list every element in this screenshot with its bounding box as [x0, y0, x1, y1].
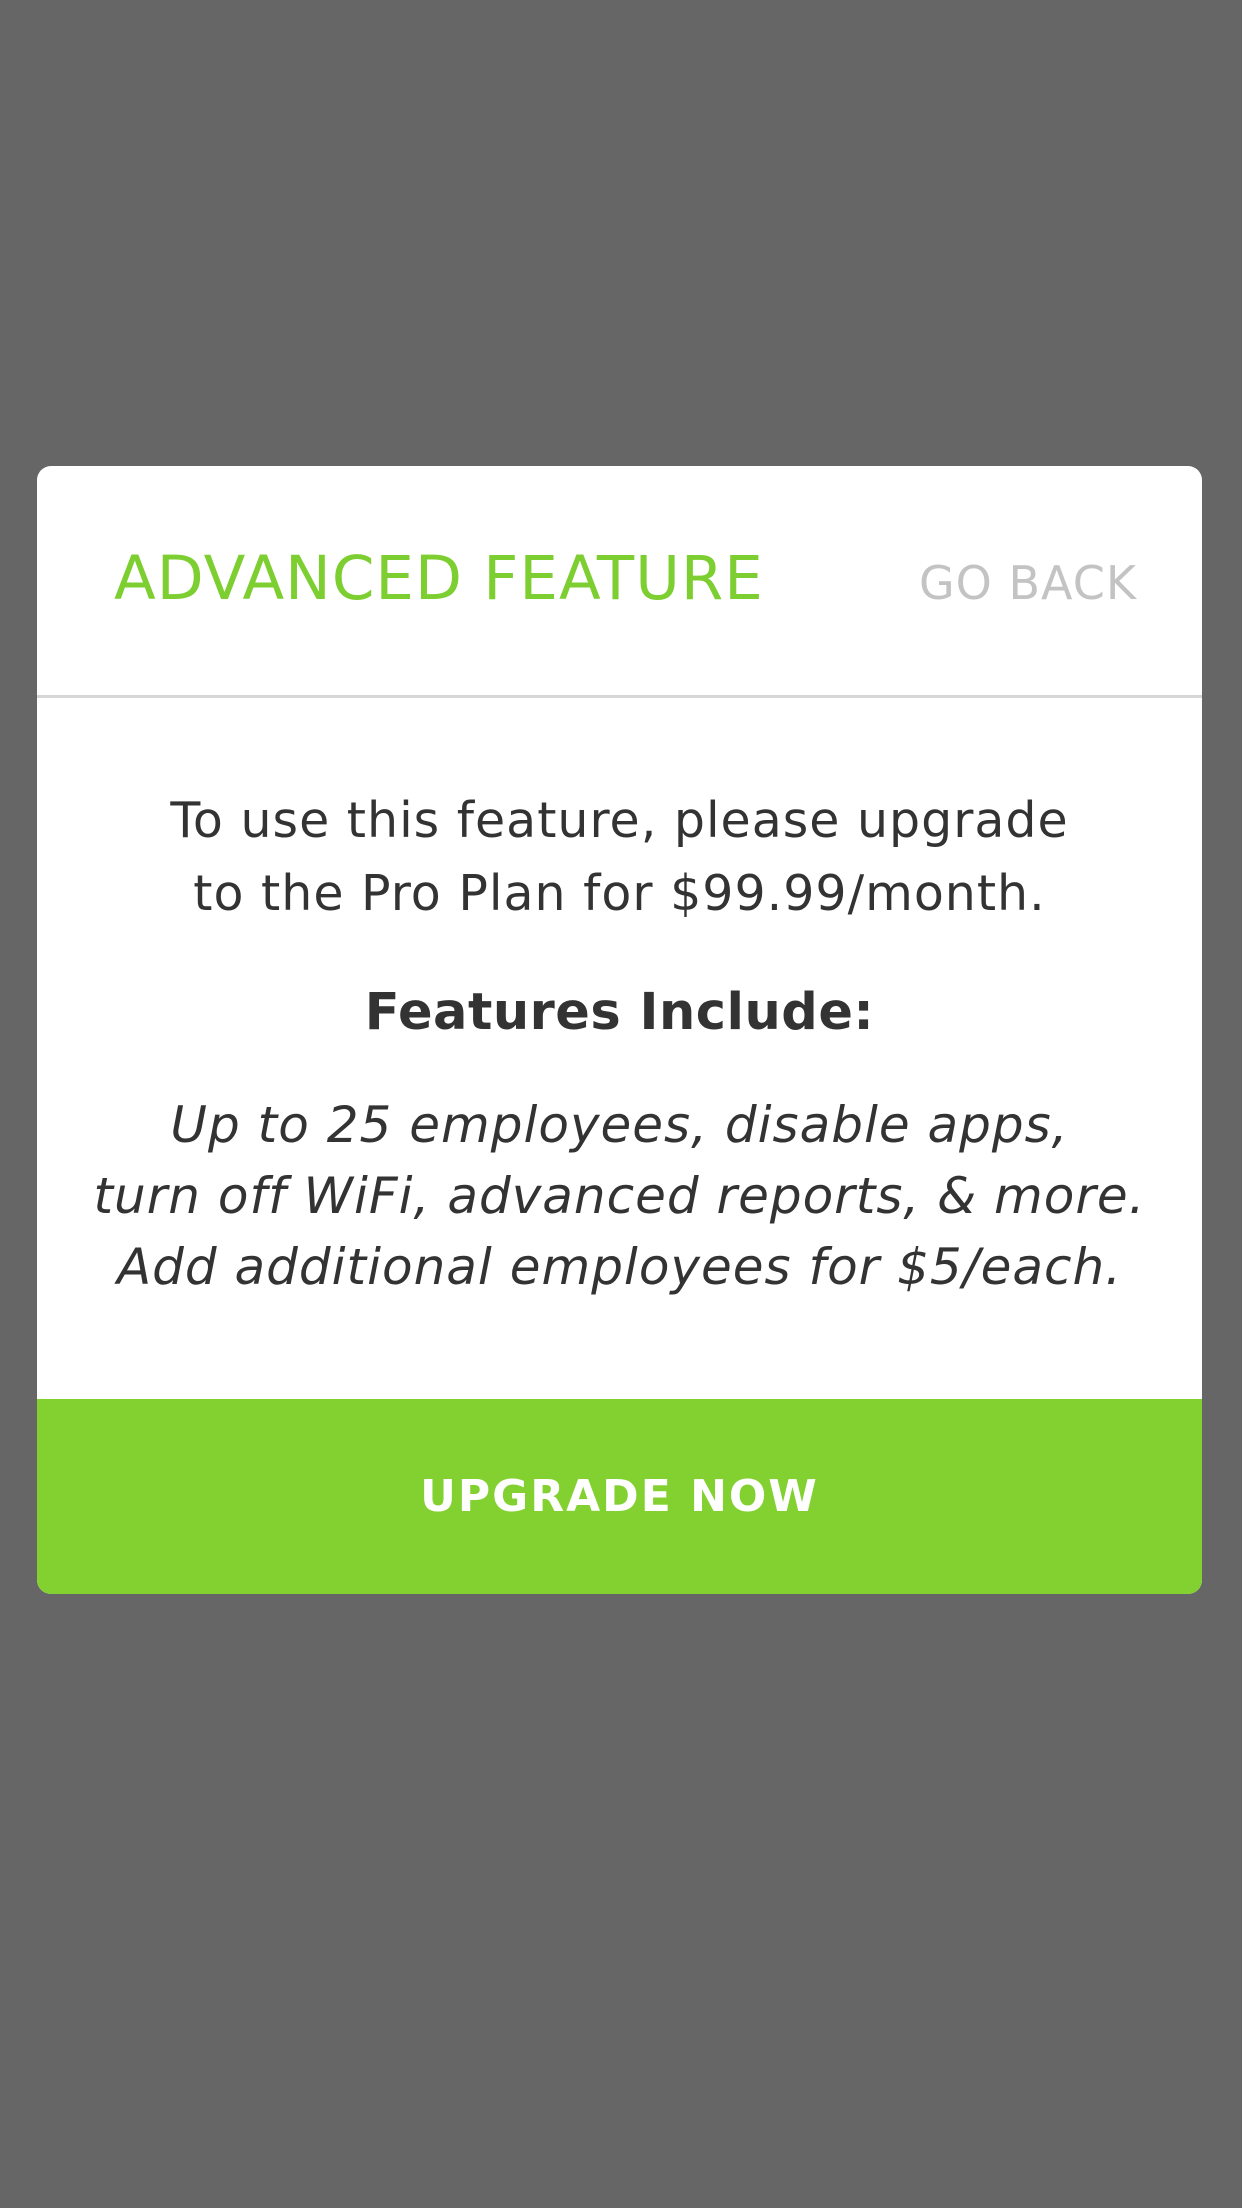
upgrade-message: To use this feature, please upgrade to t… — [97, 784, 1142, 930]
features-heading: Features Include: — [364, 983, 875, 1042]
upgrade-message-line: To use this feature, please upgrade — [170, 792, 1069, 849]
features-line: Up to 25 employees, disable apps, — [170, 1096, 1069, 1154]
upgrade-message-line: to the Pro Plan for $99.99/month. — [193, 865, 1046, 922]
go-back-button[interactable]: GO BACK — [919, 560, 1137, 606]
features-line: Add additional employees for $5/each. — [116, 1238, 1123, 1296]
modal-body: To use this feature, please upgrade to t… — [37, 698, 1202, 1365]
upgrade-now-button[interactable]: UPGRADE NOW — [37, 1399, 1202, 1594]
modal-header: ADVANCED FEATURE GO BACK — [37, 466, 1202, 698]
modal-title: ADVANCED FEATURE — [114, 543, 764, 614]
features-description: Up to 25 employees, disable apps, turn o… — [77, 1090, 1162, 1303]
features-line: turn off WiFi, advanced reports, & more. — [93, 1167, 1146, 1225]
